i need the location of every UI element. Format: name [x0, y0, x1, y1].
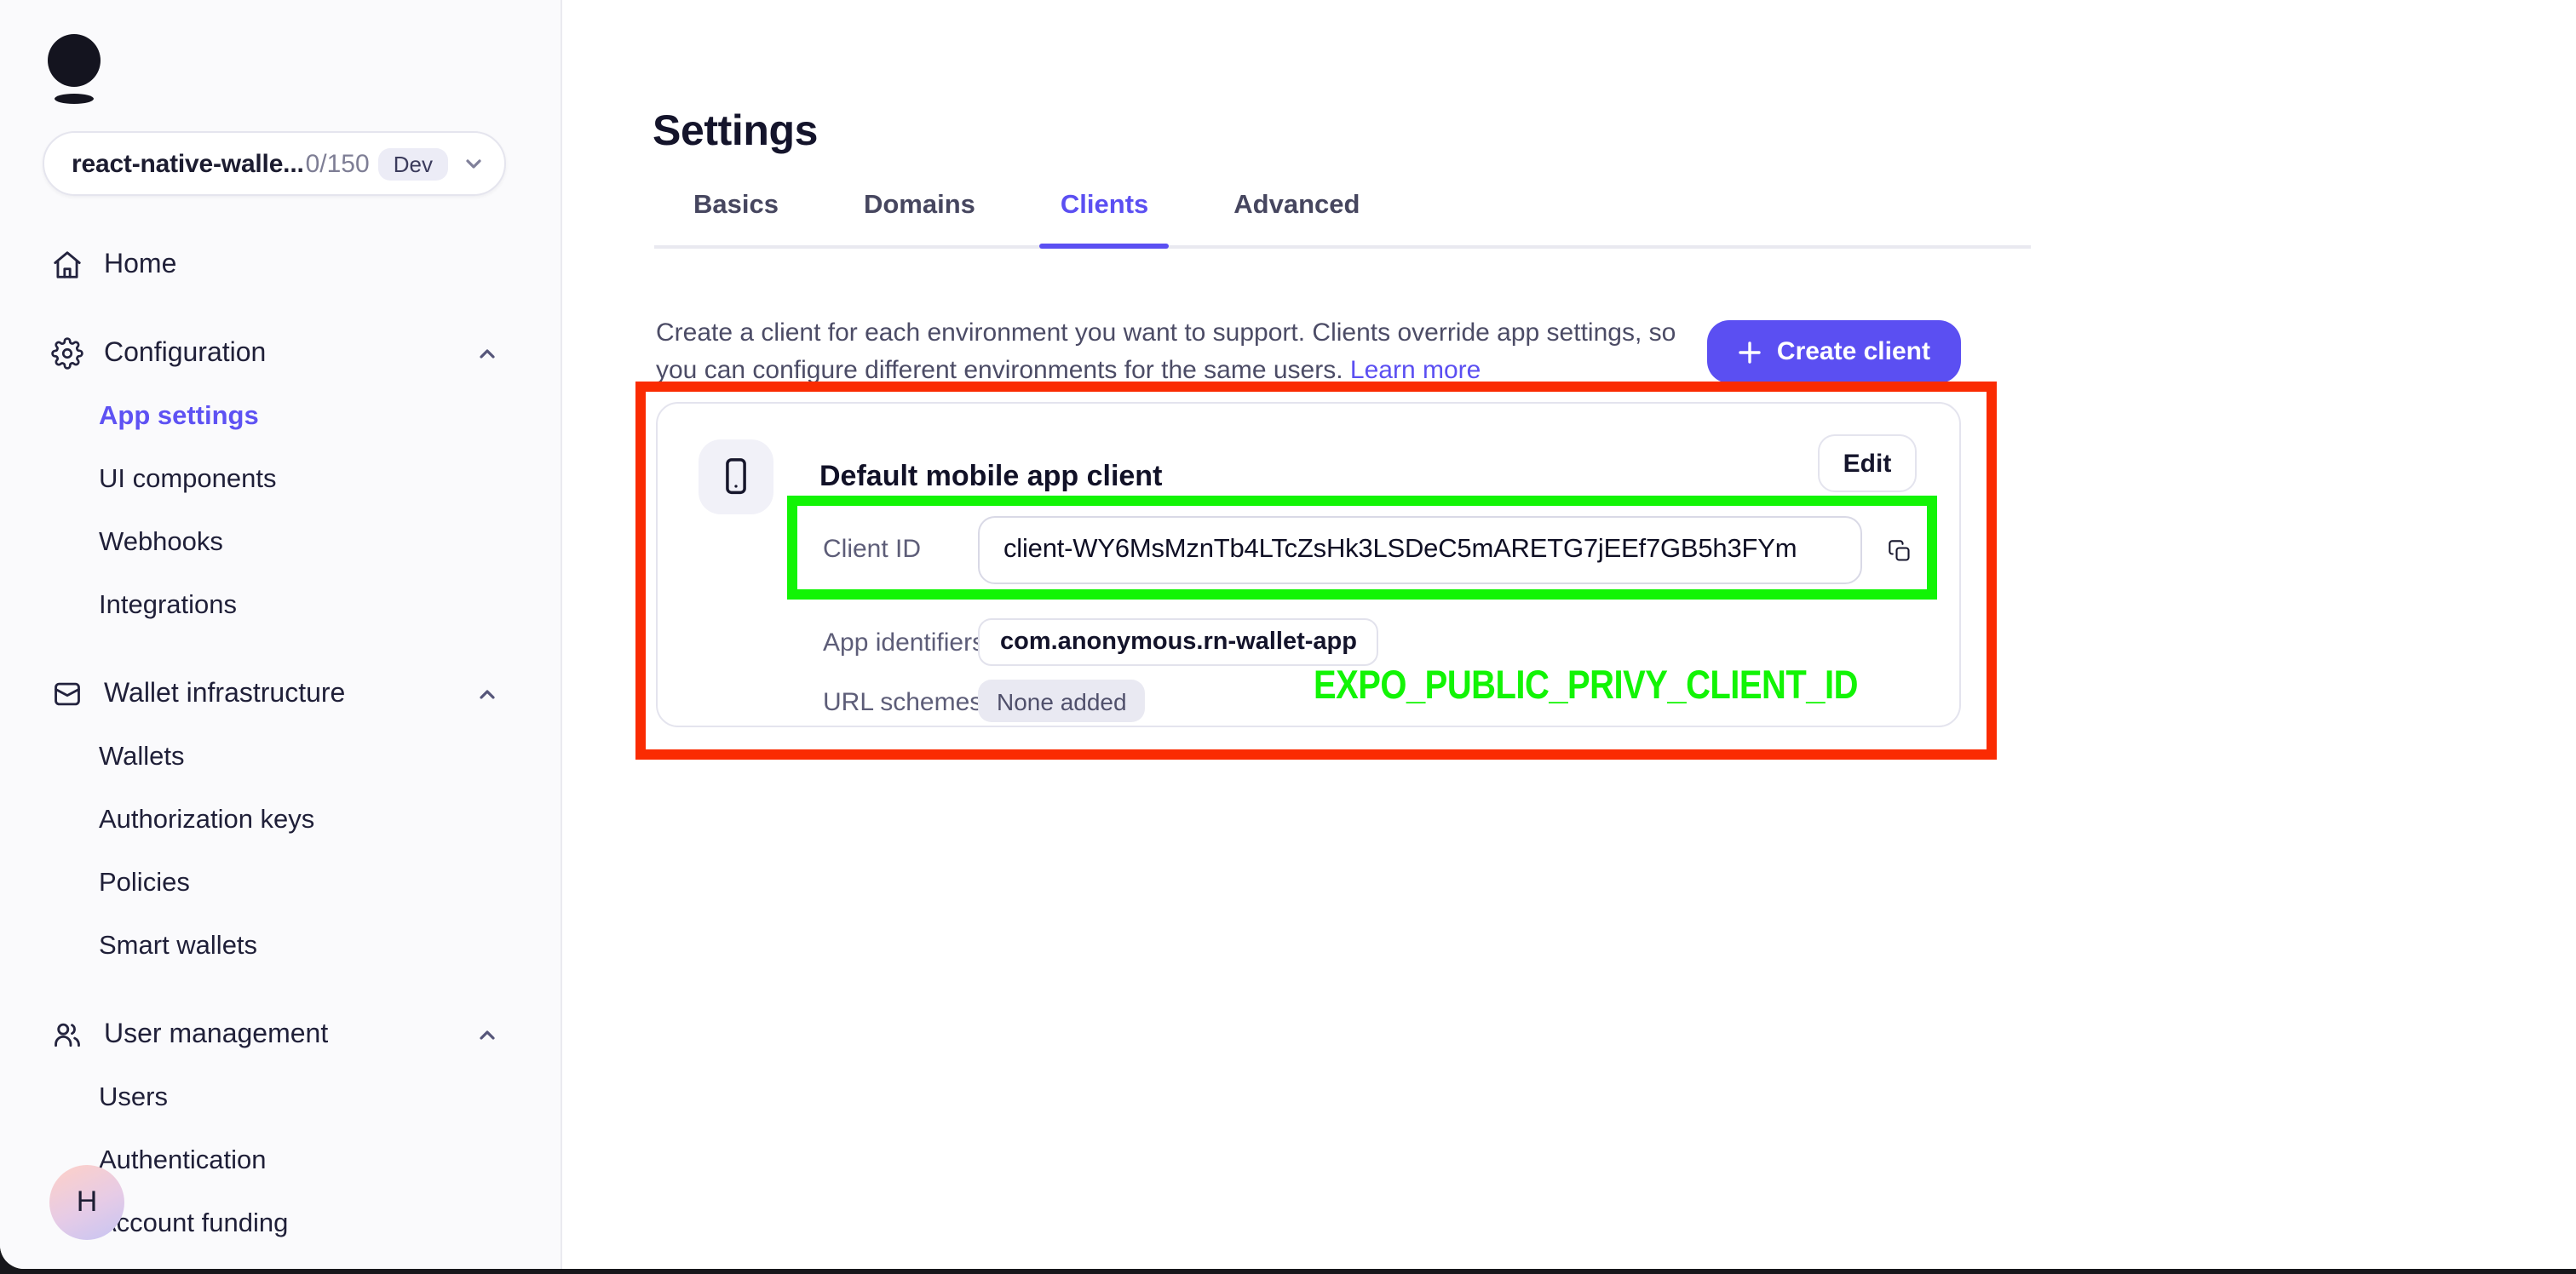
tab-clients[interactable]: Clients — [1061, 191, 1148, 245]
sidebar-item-authorization-keys[interactable]: Authorization keys — [0, 789, 561, 852]
chevron-down-icon — [463, 153, 484, 174]
screen: react-native-walle... 0/150 Dev Home — [0, 0, 2576, 1274]
url-schemes-badge: None added — [978, 680, 1146, 722]
home-icon — [51, 249, 85, 281]
sidebar-item-wallet-infrastructure[interactable]: Wallet infrastructure — [0, 663, 561, 726]
sidebar-item-smart-wallets[interactable]: Smart wallets — [0, 915, 561, 978]
sidebar-item-policies[interactable]: Policies — [0, 852, 561, 915]
sidebar-nav: Home Configuration App settings — [0, 233, 561, 1269]
env-badge: Dev — [378, 147, 448, 180]
users-icon — [51, 1019, 85, 1051]
sidebar-item-ui-components[interactable]: UI components — [0, 448, 561, 511]
chevron-up-icon — [477, 1024, 497, 1045]
sidebar-item-integrations[interactable]: Integrations — [0, 574, 561, 637]
sidebar-item-label: Configuration — [104, 338, 266, 369]
url-schemes-label: URL schemes — [823, 688, 982, 717]
sidebar-item-app-settings[interactable]: App settings — [0, 385, 561, 448]
sidebar-item-label: Home — [104, 250, 176, 280]
tab-advanced[interactable]: Advanced — [1233, 191, 1360, 245]
settings-tabs: Basics Domains Clients Advanced — [654, 191, 2031, 249]
annotation-env-var-label: EXPO_PUBLIC_PRIVY_CLIENT_ID — [1314, 663, 1858, 709]
mobile-phone-icon — [699, 439, 773, 514]
sidebar-item-home[interactable]: Home — [0, 233, 561, 296]
sidebar: react-native-walle... 0/150 Dev Home — [0, 0, 562, 1269]
wallet-icon — [51, 678, 85, 710]
sidebar-item-wallets[interactable]: Wallets — [0, 726, 561, 789]
gear-icon — [51, 337, 85, 370]
page-title: Settings — [653, 107, 818, 157]
plus-icon — [1738, 340, 1762, 364]
app-identifiers-label: App identifiers — [823, 628, 985, 657]
project-selector[interactable]: react-native-walle... 0/150 Dev — [43, 131, 506, 196]
main-content: Settings Basics Domains Clients Advanced… — [562, 0, 2576, 1269]
privy-logo-icon — [48, 34, 101, 104]
project-usage: 0/150 — [306, 149, 370, 178]
client-id-input[interactable] — [978, 516, 1862, 584]
edit-button[interactable]: Edit — [1818, 434, 1917, 492]
sidebar-item-webhooks[interactable]: Webhooks — [0, 511, 561, 574]
chevron-up-icon — [477, 684, 497, 704]
sidebar-item-configuration[interactable]: Configuration — [0, 322, 561, 385]
user-avatar[interactable]: H — [49, 1165, 124, 1240]
sidebar-item-user-management[interactable]: User management — [0, 1003, 561, 1066]
sidebar-item-users[interactable]: Users — [0, 1066, 561, 1129]
sidebar-item-global-wallet[interactable]: Global wallet — [0, 1255, 561, 1269]
create-client-button[interactable]: Create client — [1707, 320, 1961, 383]
tab-domains[interactable]: Domains — [864, 191, 975, 245]
clients-header-row: Create a client for each environment you… — [656, 290, 1961, 414]
clients-description: Create a client for each environment you… — [656, 315, 1704, 388]
chevron-up-icon — [477, 343, 497, 364]
client-id-label: Client ID — [823, 535, 921, 564]
tab-basics[interactable]: Basics — [693, 191, 779, 245]
sidebar-item-label: Wallet infrastructure — [104, 679, 345, 709]
app-identifier-badge: com.anonymous.rn-wallet-app — [978, 618, 1379, 666]
project-name: react-native-walle... — [72, 149, 304, 178]
copy-icon[interactable] — [1877, 528, 1922, 572]
client-card-title: Default mobile app client — [819, 460, 1162, 494]
learn-more-link[interactable]: Learn more — [1350, 355, 1481, 384]
sidebar-item-label: User management — [104, 1019, 328, 1050]
privy-dashboard-window: react-native-walle... 0/150 Dev Home — [0, 0, 2576, 1269]
